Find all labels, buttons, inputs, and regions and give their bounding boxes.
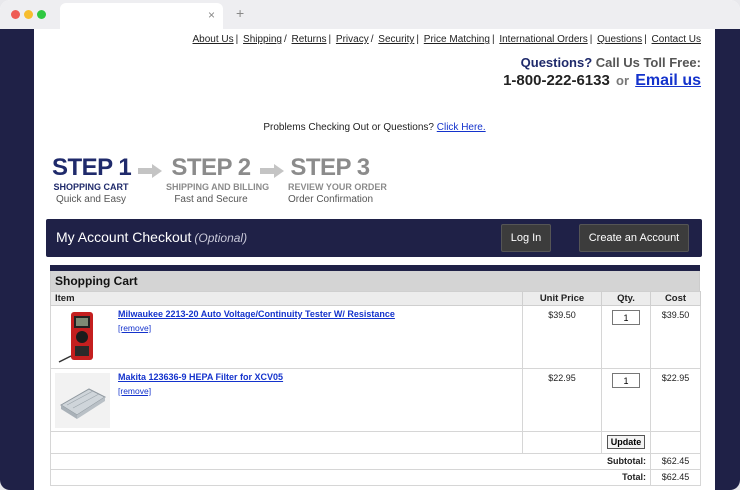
page-background: About Us | Shipping / Returns | Privacy / Se… [0,29,740,490]
account-checkout-title: My Account Checkout (Optional) [56,229,247,245]
create-account-button[interactable]: Create an Account [579,224,689,252]
update-row: Update [50,431,701,454]
close-window-icon[interactable] [11,10,20,19]
step-2-description: Fast and Secure [174,194,248,205]
total-label: Total: [50,469,651,486]
link-about-us[interactable]: About Us [193,34,234,45]
cart-title: Shopping Cart [50,271,700,291]
account-title-text: My Account Checkout [56,229,192,245]
phone-number: 1-800-222-6133 [503,72,610,89]
step-1-title: STEP 1 [52,154,132,181]
step-3-subtitle: REVIEW YOUR ORDER [288,182,387,192]
update-cell: Update [601,431,651,454]
update-button[interactable]: Update [606,435,646,449]
qty-cell [601,368,651,432]
problems-help-link[interactable]: Click Here. [437,122,486,133]
header-cost: Cost [650,291,701,306]
toll-free-block: Questions? Call Us Toll Free: 1-800-222-… [503,55,701,90]
makita-filter-image[interactable] [55,373,110,428]
quantity-input[interactable] [612,310,640,325]
item-cell: Makita 123636-9 HEPA Filter for XCV05 [r… [50,368,523,432]
cost-cell: $22.95 [650,368,701,432]
account-checkout-bar: My Account Checkout (Optional) Log In Cre… [46,219,702,257]
cart-table: Item Unit Price Qty. Cost Milwaukee 2213… [50,291,701,486]
maximize-window-icon[interactable] [37,10,46,19]
header-qty: Qty. [601,291,651,306]
problems-notice: Problems Checking Out or Questions? Clic… [34,122,715,133]
table-row: Makita 123636-9 HEPA Filter for XCV05 [r… [50,368,701,432]
top-links: About Us | Shipping / Returns | Privacy / Se… [192,34,702,45]
link-international-orders[interactable]: International Orders [499,34,587,45]
remove-item-link[interactable]: [remove] [118,386,151,396]
step-1-subtitle: SHOPPING CART [53,182,129,192]
link-contact-us[interactable]: Contact Us [652,34,701,45]
step-arrow-icon [260,164,284,178]
subtotal-row: Subtotal: $62.45 [50,453,701,470]
empty-cell [650,431,701,454]
subtotal-label: Subtotal: [50,453,651,470]
link-shipping[interactable]: Shipping [243,34,282,45]
browser-titlebar: × + [0,0,740,29]
email-us-link[interactable]: Email us [635,72,701,89]
step-2-title: STEP 2 [171,154,251,181]
link-price-matching[interactable]: Price Matching [424,34,490,45]
toll-questions: Questions? [520,55,593,70]
link-questions[interactable]: Questions [597,34,642,45]
table-row: Milwaukee 2213-20 Auto Voltage/Continuit… [50,305,701,369]
step-arrow-icon [138,164,162,178]
toll-free-heading: Questions? Call Us Toll Free: [503,55,701,70]
step-2-subtitle: SHIPPING AND BILLING [166,182,270,192]
remove-item-link[interactable]: [remove] [118,323,151,333]
qty-cell [601,305,651,369]
item-name-link[interactable]: Milwaukee 2213-20 Auto Voltage/Continuit… [118,309,395,319]
toll-call-text: Call Us Toll Free: [592,55,701,70]
tab-close-icon[interactable]: × [208,8,215,22]
step-3-title: STEP 3 [290,154,370,181]
unit-price-cell: $22.95 [522,368,602,432]
link-returns[interactable]: Returns [292,34,327,45]
item-info: Makita 123636-9 HEPA Filter for XCV05 [r… [118,372,518,396]
cart-header-row: Item Unit Price Qty. Cost [50,291,701,306]
milwaukee-tester-image[interactable] [55,310,110,365]
login-button[interactable]: Log In [501,224,551,252]
link-privacy[interactable]: Privacy [336,34,369,45]
step-2: STEP 2 SHIPPING AND BILLING Fast and Sec… [166,154,270,207]
quantity-input[interactable] [612,373,640,388]
shopping-cart: Shopping Cart Item Unit Price Qty. Cost [50,265,701,486]
total-row: Total: $62.45 [50,469,701,486]
problems-text: Problems Checking Out or Questions? [263,122,437,133]
header-unit-price: Unit Price [522,291,602,306]
total-value: $62.45 [650,469,701,486]
item-name-link[interactable]: Makita 123636-9 HEPA Filter for XCV05 [118,372,283,382]
item-info: Milwaukee 2213-20 Auto Voltage/Continuit… [118,309,518,333]
step-3-description: Order Confirmation [288,194,374,205]
step-1: STEP 1 SHOPPING CART Quick and Easy [52,154,132,207]
toll-contact-line: 1-800-222-6133 or Email us [503,72,701,90]
empty-cell [522,431,602,454]
account-optional-text: (Optional) [194,231,248,245]
empty-cell [50,431,523,454]
new-tab-icon[interactable]: + [236,5,244,21]
unit-price-cell: $39.50 [522,305,602,369]
subtotal-value: $62.45 [650,453,701,470]
link-security[interactable]: Security [378,34,414,45]
cost-cell: $39.50 [650,305,701,369]
toll-or: or [616,73,630,88]
item-cell: Milwaukee 2213-20 Auto Voltage/Continuit… [50,305,523,369]
browser-tab[interactable]: × [60,3,223,29]
step-1-description: Quick and Easy [55,194,127,205]
minimize-window-icon[interactable] [24,10,33,19]
header-item: Item [50,291,523,306]
page-content: About Us | Shipping / Returns | Privacy / Se… [34,29,715,490]
browser-window: × + About Us | Shipping / Returns | Privacy… [0,0,740,490]
step-3: STEP 3 REVIEW YOUR ORDER Order Confirmat… [288,154,387,207]
